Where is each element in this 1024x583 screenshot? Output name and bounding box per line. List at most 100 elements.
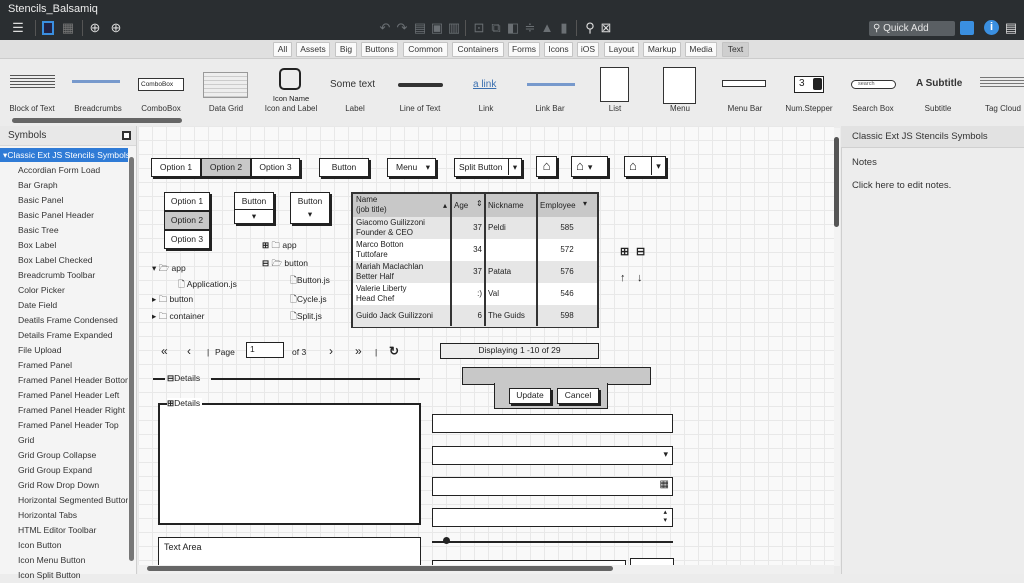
search-box-preview[interactable]: search	[851, 80, 896, 89]
symbol-item[interactable]: Box Label	[18, 238, 128, 253]
notes-panel-icon[interactable]: ▤	[1004, 20, 1018, 36]
menu-button[interactable]: Menu ▾	[387, 158, 436, 177]
group-icon[interactable]: ⊡	[472, 20, 486, 36]
button-with-arrow[interactable]: Button ▾	[290, 192, 330, 224]
grid-column-header[interactable]: Nickname	[488, 201, 524, 211]
arrange-icon[interactable]: ◧	[506, 20, 520, 36]
filter-all[interactable]: All	[273, 42, 292, 57]
split-button[interactable]: Split Button ▾	[454, 158, 522, 177]
details-collapsed-legend[interactable]: ⊟Details	[167, 373, 200, 384]
menu-preview[interactable]	[663, 67, 696, 104]
paste-icon[interactable]: ▥	[447, 20, 461, 36]
duplicate-icon[interactable]: ▣	[430, 20, 444, 36]
home-split-button[interactable]: ⌂ ▾	[624, 156, 666, 177]
text-area[interactable]: Text Area	[158, 537, 421, 566]
symbol-item[interactable]: Breadcrumb Toolbar	[18, 268, 128, 283]
ungroup-icon[interactable]: ⧉	[489, 20, 503, 36]
grid-view-icon[interactable]: ▦	[60, 20, 76, 36]
symbol-group-selected[interactable]: ▾Classic Ext JS Stencils Symbols	[0, 148, 128, 162]
home-menu-button[interactable]: ⌂ ▾	[571, 156, 608, 177]
line-of-text-preview[interactable]	[398, 83, 443, 87]
tree-node-cycle-js[interactable]: 🗋Cycle.js	[290, 294, 327, 308]
copy-icon[interactable]: ▤	[413, 20, 427, 36]
link-bar-preview[interactable]	[527, 83, 575, 86]
tree-node-split-js[interactable]: 🗋Split.js	[290, 311, 322, 325]
plus-box-icon[interactable]: ⊞	[620, 245, 629, 258]
symbol-item[interactable]: Icon Button	[18, 538, 128, 553]
filter-text[interactable]: Text	[722, 42, 749, 57]
presentation-icon[interactable]	[960, 21, 974, 35]
link-preview[interactable]: a link	[473, 79, 496, 90]
filter-common[interactable]: Common	[403, 42, 448, 57]
symbol-item[interactable]: Framed Panel Header Top	[18, 418, 128, 433]
details-expanded-legend[interactable]: ⊞Details	[167, 398, 203, 409]
grid-column-header[interactable]: Employee	[540, 201, 576, 211]
filter-media[interactable]: Media	[685, 42, 717, 57]
filter-markup[interactable]: Markup	[643, 42, 681, 57]
symbol-item[interactable]: HTML Editor Toolbar	[18, 523, 128, 538]
breadcrumbs-preview[interactable]	[72, 80, 120, 83]
add-mockup-icon[interactable]: ⊕	[87, 20, 103, 36]
last-page-icon[interactable]: »	[355, 344, 362, 358]
sort-icon[interactable]: ▴	[443, 201, 447, 211]
tree-node-app[interactable]: ▾ 🗁 app	[152, 263, 186, 277]
next-page-icon[interactable]: ›	[329, 344, 333, 358]
minus-box-icon[interactable]: ⊟	[636, 245, 645, 258]
segment-option-2[interactable]: Option 2	[201, 158, 251, 177]
info-icon[interactable]: i	[984, 20, 999, 35]
symbol-item[interactable]: Date Field	[18, 298, 128, 313]
grid-column-header[interactable]: Age	[454, 201, 468, 211]
symbol-item[interactable]: File Upload	[18, 343, 128, 358]
hamburger-menu-icon[interactable]: ☰	[8, 20, 28, 36]
symbol-item[interactable]: Horizontal Tabs	[18, 508, 128, 523]
symbol-item[interactable]: Basic Panel	[18, 193, 128, 208]
vsegment-option-1[interactable]: Option 1	[164, 192, 210, 211]
subtitle-preview[interactable]: A Subtitle	[916, 78, 962, 89]
tree-node-button[interactable]: ▸ 🗀 button	[152, 294, 193, 308]
sketch-button[interactable]: Button	[319, 158, 369, 177]
symbol-item[interactable]: Bar Graph	[18, 178, 128, 193]
find-icon[interactable]: ⚲	[583, 20, 597, 36]
prev-page-icon[interactable]: ‹	[187, 344, 191, 358]
align-icon[interactable]: ≑	[523, 20, 537, 36]
segment-option-1[interactable]: Option 1	[151, 158, 201, 177]
symbol-item[interactable]: Grid Row Drop Down	[18, 478, 128, 493]
symbol-item[interactable]: Box Label Checked	[18, 253, 128, 268]
grid-column-header[interactable]: Name (job title)	[356, 195, 387, 215]
label-preview[interactable]: Some text	[330, 79, 375, 90]
library-scrollbar[interactable]	[12, 118, 182, 123]
symbol-item[interactable]: Details Frame Expanded	[18, 328, 128, 343]
add-asset-icon[interactable]: ⊕	[108, 20, 124, 36]
notes-edit-area[interactable]: Click here to edit notes.	[852, 180, 951, 191]
symbol-item[interactable]: Deatils Frame Condensed	[18, 313, 128, 328]
symbols-scrollbar[interactable]	[129, 157, 134, 561]
undo-icon[interactable]: ↶	[378, 20, 392, 36]
symbol-item[interactable]: Framed Panel Header Left	[18, 388, 128, 403]
combobox-preview[interactable]: ComboBox	[138, 78, 184, 91]
menu-bar-preview[interactable]	[722, 80, 766, 87]
symbol-item[interactable]: Framed Panel Header Bottom	[18, 373, 128, 388]
symbol-item[interactable]: Grid	[18, 433, 128, 448]
canvas[interactable]: Option 1 Option 2 Option 3 Button Menu ▾ …	[138, 126, 834, 566]
filter-forms[interactable]: Forms	[508, 42, 540, 57]
filter-layout[interactable]: Layout	[604, 42, 639, 57]
symbol-item[interactable]: Icon Menu Button	[18, 553, 128, 568]
tree-node-button-js[interactable]: 🗋Button.js	[290, 275, 330, 289]
symbol-item[interactable]: Icon Split Button	[18, 568, 128, 583]
symbol-item[interactable]: Accordian Form Load	[18, 163, 128, 178]
number-field[interactable]: ▴ ▾	[432, 508, 673, 527]
filter-icons[interactable]: Icons	[544, 42, 573, 57]
cancel-icon[interactable]: ⊠	[599, 20, 613, 36]
symbol-item[interactable]: Basic Tree	[18, 223, 128, 238]
popout-icon[interactable]	[122, 131, 131, 140]
symbol-item[interactable]: Horizontal Segmented Button	[18, 493, 128, 508]
lock-icon[interactable]: ▲	[540, 20, 554, 36]
filter-containers[interactable]: Containers	[452, 42, 504, 57]
canvas-vertical-scrollbar[interactable]	[834, 137, 839, 227]
single-pane-icon[interactable]	[42, 21, 54, 35]
button-with-menu[interactable]: Button ▾	[234, 192, 274, 224]
date-field[interactable]: ▦	[432, 477, 673, 496]
list-preview[interactable]	[600, 67, 629, 102]
tree-node-application-js[interactable]: 🗋 Application.js	[178, 279, 237, 293]
quick-add-input[interactable]: ⚲ Quick Add	[869, 21, 955, 36]
